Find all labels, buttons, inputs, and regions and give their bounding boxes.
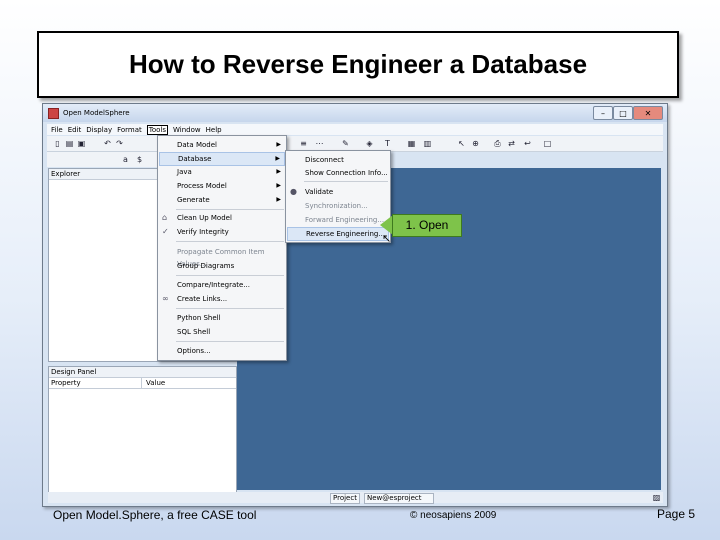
line-style-icon[interactable]: ≡ xyxy=(299,139,308,148)
menu-separator xyxy=(176,308,284,309)
pointer-icon[interactable]: ↖ xyxy=(457,139,466,148)
menu-item-java[interactable]: Java ▶ xyxy=(159,166,285,178)
submenu-arrow-icon: ▶ xyxy=(276,141,281,148)
pen-icon[interactable]: ✎ xyxy=(341,139,350,148)
submenu-arrow-icon: ▶ xyxy=(276,168,281,175)
menu-format[interactable]: Format xyxy=(117,126,142,134)
menu-file[interactable]: File xyxy=(51,126,63,134)
text-format-icon[interactable]: T xyxy=(383,139,392,148)
submenu-arrow-icon: ▶ xyxy=(276,196,281,203)
step-callout: 1. Open xyxy=(392,214,462,237)
menu-separator xyxy=(304,181,388,182)
menu-item-sql-shell[interactable]: SQL Shell xyxy=(159,326,285,338)
submenu-arrow-icon: ▶ xyxy=(276,182,281,189)
menu-item-propagate[interactable]: Propagate Common Item Values... xyxy=(159,246,285,268)
menu-separator xyxy=(176,209,284,210)
zoom-icon[interactable]: ⊕ xyxy=(471,139,480,148)
save-icon[interactable]: ▣ xyxy=(77,139,86,148)
shape-icon[interactable]: □ xyxy=(543,139,552,148)
link-icon[interactable]: ⇄ xyxy=(507,139,516,148)
new-file-icon[interactable]: ▯ xyxy=(53,139,62,148)
menu-separator xyxy=(176,241,284,242)
value-column-header: Value xyxy=(146,379,166,387)
link-icon: ∞ xyxy=(162,294,169,303)
menu-item-compare-integrate[interactable]: Compare/Integrate... xyxy=(159,279,285,291)
window-titlebar: Open ModelSphere – □ ✕ xyxy=(43,104,667,122)
menu-separator xyxy=(176,341,284,342)
property-column-header: Property xyxy=(49,378,142,388)
broom-icon: ⌂ xyxy=(162,213,168,222)
menu-separator xyxy=(176,275,284,276)
layout-icon[interactable]: ▦ xyxy=(407,139,416,148)
status-bar: Project New@esproject ▨ xyxy=(48,492,663,504)
menu-item-python-shell[interactable]: Python Shell xyxy=(159,312,285,324)
slide-title: How to Reverse Engineer a Database xyxy=(37,31,679,98)
menu-display[interactable]: Display xyxy=(86,126,112,134)
menu-item-show-connection-info[interactable]: Show Connection Info... xyxy=(287,167,389,179)
maximize-button[interactable]: □ xyxy=(613,106,633,120)
menu-item-verify-integrity[interactable]: ✓ Verify Integrity xyxy=(159,226,285,238)
mouse-cursor-icon: ↖ xyxy=(382,233,392,245)
menu-item-data-model[interactable]: Data Model ▶ xyxy=(159,139,285,151)
menu-item-forward-engineering[interactable]: Forward Engineering... xyxy=(287,214,389,226)
redo-icon[interactable]: ↷ xyxy=(115,139,124,148)
resize-grip-icon[interactable]: ▨ xyxy=(652,493,661,502)
menu-item-process-model[interactable]: Process Model ▶ xyxy=(159,180,285,192)
menubar: File Edit Display Format Tools Window He… xyxy=(47,124,663,135)
design-panel: Design Panel Property Value xyxy=(48,366,237,493)
submenu-arrow-icon: ▶ xyxy=(275,155,280,162)
menu-window[interactable]: Window xyxy=(173,126,201,134)
app-logo-icon xyxy=(48,107,59,119)
footer-left-text: Open Model.Sphere, a free CASE tool xyxy=(53,508,257,522)
menu-item-group-diagrams[interactable]: Group Diagrams xyxy=(159,260,285,272)
menu-item-reverse-engineering[interactable]: Reverse Engineering... xyxy=(287,227,389,241)
font-icon[interactable]: a xyxy=(121,155,130,164)
validate-icon: ● xyxy=(290,187,297,196)
menu-item-database[interactable]: Database ▶ xyxy=(159,152,285,166)
status-project-name: New@esproject xyxy=(364,493,434,504)
menu-item-validate[interactable]: ● Validate xyxy=(287,186,389,198)
database-submenu: Disconnect Show Connection Info... ● Vali… xyxy=(285,150,391,243)
menu-item-synchronization[interactable]: Synchronization... xyxy=(287,200,389,212)
tools-menu: Data Model ▶ Database ▶ Java ▶ Process Mode… xyxy=(157,135,287,361)
check-icon: ✓ xyxy=(162,227,169,236)
arrow-icon[interactable]: ↩ xyxy=(523,139,532,148)
design-panel-columns: Property Value xyxy=(49,378,236,389)
fill-color-icon[interactable]: ◈ xyxy=(365,139,374,148)
design-panel-header: Design Panel xyxy=(49,367,236,378)
page-number: Page 5 xyxy=(657,507,696,521)
currency-icon[interactable]: $ xyxy=(135,155,144,164)
menu-edit[interactable]: Edit xyxy=(68,126,82,134)
menu-help[interactable]: Help xyxy=(206,126,222,134)
close-button[interactable]: ✕ xyxy=(633,106,663,120)
menu-item-create-links[interactable]: ∞ Create Links... xyxy=(159,293,285,305)
menu-item-disconnect[interactable]: Disconnect xyxy=(287,154,389,166)
window-title: Open ModelSphere xyxy=(63,109,130,117)
menu-tools[interactable]: Tools xyxy=(146,124,169,135)
minimize-button[interactable]: – xyxy=(593,106,613,120)
app-window: Open ModelSphere – □ ✕ File Edit Display… xyxy=(42,103,668,507)
menu-item-clean-up-model[interactable]: ⌂ Clean Up Model xyxy=(159,212,285,224)
print-icon[interactable]: ⎙ xyxy=(493,139,502,148)
open-folder-icon[interactable]: ▤ xyxy=(65,139,74,148)
table-icon[interactable]: ▥ xyxy=(423,139,432,148)
status-project-label: Project xyxy=(330,493,360,504)
undo-icon[interactable]: ↶ xyxy=(103,139,112,148)
secondary-toolbar: a $ xyxy=(47,152,157,167)
menu-item-options[interactable]: Options... xyxy=(159,345,285,357)
menu-item-generate[interactable]: Generate ▶ xyxy=(159,194,285,206)
footer-copyright: © neosapiens 2009 xyxy=(410,510,497,521)
dotted-line-icon[interactable]: ⋯ xyxy=(315,139,324,148)
